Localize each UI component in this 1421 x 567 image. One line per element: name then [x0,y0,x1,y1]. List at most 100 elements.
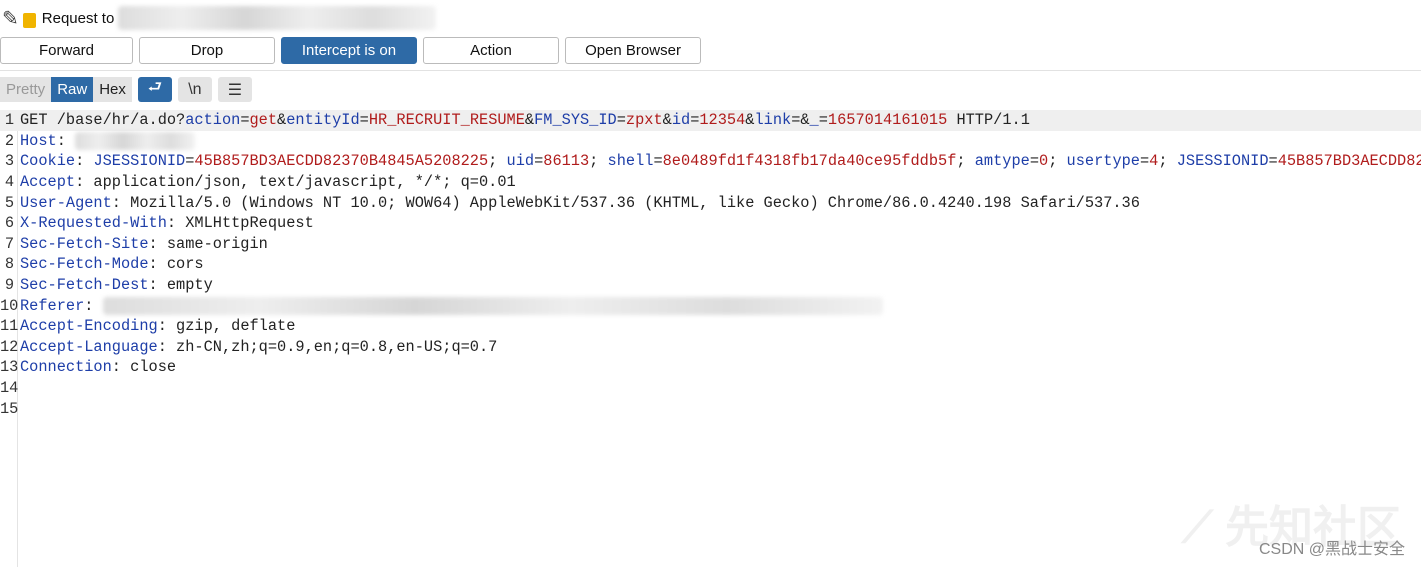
line-number: 12 [0,337,19,356]
token-name: Sec-Fetch-Dest [20,276,149,295]
token-text: : gzip, deflate [157,317,296,336]
token-text: : same-origin [148,234,268,253]
divider [0,70,1421,71]
token-value: 45B857BD3AECDD82370B4845A5208225 [194,152,489,171]
line-number: 5 [4,193,14,212]
drop-button[interactable]: Drop [139,37,275,64]
forward-button[interactable]: Forward [0,37,133,64]
token-name: Accept-Language [20,337,158,356]
token-value: 8e0489fd1f4318fb17da40ce95fddb5f [662,152,957,171]
token-value: 4 [1149,152,1159,171]
line-number: 2 [4,131,14,150]
request-line[interactable]: 5 User-Agent: Mozilla/5.0 (Windows NT 10.… [0,192,1421,213]
line-number: 8 [4,255,14,274]
token-value: 45B857BD3AECDD82 [1277,152,1421,171]
token-name: Accept-Encoding [20,317,158,336]
token-text: & [524,111,535,130]
token-name: action [185,111,241,130]
request-title: Request to [41,9,115,27]
token-text: = [1029,152,1039,171]
line-number: 9 [4,276,14,295]
newline-toggle[interactable]: \n [177,77,212,102]
request-line[interactable]: 10 Referer: [0,295,1421,316]
token-text: : [84,296,103,315]
token-name: uid [506,152,535,171]
tab-pretty[interactable]: Pretty [0,77,52,102]
request-line[interactable]: 6 X-Requested-With: XMLHttpRequest [0,213,1421,234]
line-number: 14 [0,379,19,398]
menu-icon[interactable]: ☰ [217,77,252,102]
request-line[interactable]: 12 Accept-Language: zh-CN,zh;q=0.9,en;q=0… [0,337,1421,358]
token-text: = [690,111,700,130]
line-number: 15 [0,399,19,418]
token-text: = [653,152,663,171]
token-text: ; [1048,152,1067,171]
request-line[interactable]: 14 [0,378,1421,399]
token-name: JSESSIONID [93,152,186,171]
line-number: 3 [4,152,14,171]
token-value: HR_RECRUIT_RESUME [368,111,525,130]
token-name: Sec-Fetch-Mode [20,255,149,274]
token-name: shell [607,152,654,171]
token-text: : XMLHttpRequest [166,214,314,233]
request-line[interactable]: 8 Sec-Fetch-Mode: cors [0,254,1421,275]
token-text: & [662,111,672,130]
token-value: zpxt [625,111,663,130]
token-name: Accept [20,173,76,192]
token-text: =& [791,111,810,130]
token-name: link [754,111,792,130]
token-name: Host [20,131,57,150]
watermark: CSDN @黑战士安全 [1258,541,1405,558]
request-line[interactable]: 9 Sec-Fetch-Dest: empty [0,275,1421,296]
token-name: usertype [1066,152,1140,171]
request-line[interactable]: 2 Host: [0,131,1421,152]
token-text: = [1268,152,1278,171]
request-line[interactable]: 11 Accept-Encoding: gzip, deflate [0,316,1421,337]
request-line[interactable]: 1 GET /base/hr/a.do? action = get & entityId = H… [0,110,1421,131]
request-line[interactable]: 3 Cookie: JSESSIONID = 45B857BD3AECDD82370B… [0,151,1421,172]
token-text: = [1139,152,1150,171]
token-name: JSESSIONID [1176,152,1269,171]
token-name: Cookie [20,152,76,171]
request-line[interactable]: 15 [0,398,1421,419]
token-text: = [818,111,828,130]
tab-hex[interactable]: Hex [93,77,132,102]
token-text: : zh-CN,zh;q=0.9,en;q=0.8,en-US;q=0.7 [157,337,498,356]
token-text: : cors [148,255,204,274]
action-button[interactable]: Action [423,37,559,64]
token-value: 86113 [543,152,590,171]
token-value: 12354 [699,111,746,130]
token-text: = [616,111,626,130]
intercept-toggle-button[interactable]: Intercept is on [281,37,417,64]
token-text: GET /base/hr/a.do? [20,111,186,130]
tab-raw[interactable]: Raw [51,77,94,102]
redacted-value [102,296,883,315]
line-number: 1 [4,111,14,130]
token-text: ; [1158,152,1177,171]
token-name: entityId [286,111,360,130]
token-text: : [75,152,94,171]
wrap-icon[interactable]: ⮐ [137,77,172,102]
request-line[interactable]: 4 Accept: application/json, text/javascri… [0,172,1421,193]
token-text: = [359,111,369,130]
token-text: : application/json, text/javascript, */*… [75,173,516,192]
request-line[interactable]: 13 Connection: close [0,357,1421,378]
token-name: Sec-Fetch-Site [20,234,149,253]
token-name: amtype [974,152,1030,171]
open-browser-button[interactable]: Open Browser [565,37,701,64]
request-title-bar: ✎ Request to [0,4,437,32]
token-text: : close [111,358,177,377]
token-value: 0 [1039,152,1049,171]
line-number: 4 [4,173,14,192]
line-number: 11 [0,317,19,336]
token-text: HTTP/1.1 [947,111,1030,130]
token-text: = [240,111,250,130]
line-number: 6 [4,214,14,233]
redacted-value [75,131,196,150]
token-name: FM_SYS_ID [534,111,617,130]
pencil-icon[interactable]: ✎ [2,6,19,31]
token-name: Referer [20,296,85,315]
line-number: 10 [0,296,19,315]
lock-icon [22,12,36,28]
request-line[interactable]: 7 Sec-Fetch-Site: same-origin [0,234,1421,255]
